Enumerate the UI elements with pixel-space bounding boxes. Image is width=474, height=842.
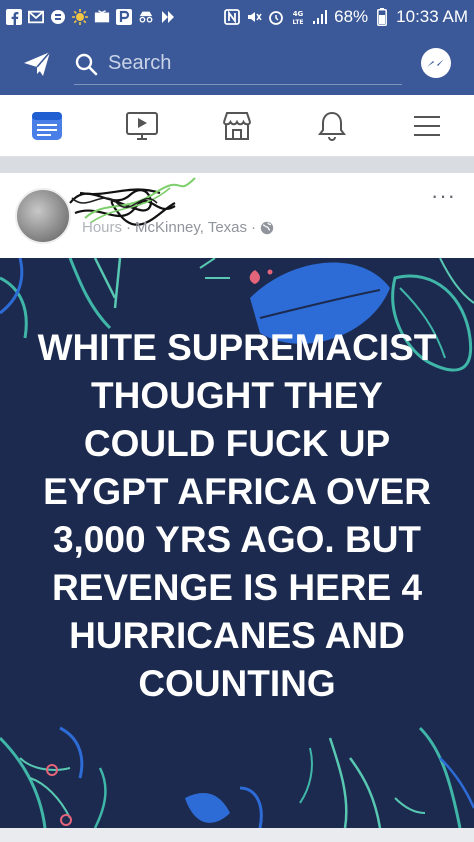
watch-icon (126, 111, 159, 140)
incognito-icon (138, 9, 154, 25)
alarm-icon (268, 9, 284, 25)
post-background: WHITE SUPREMACIST THOUGHT THEY COULD FUC… (0, 258, 474, 828)
nav-marketplace[interactable] (207, 101, 267, 151)
feed-separator (0, 157, 474, 173)
app-header (0, 33, 474, 95)
status-bar: 4G LTE 68% 10:33 AM (0, 0, 474, 33)
meta-separator: · (126, 219, 132, 236)
post-options-button[interactable]: ··· (431, 185, 456, 207)
system-icons: 4G LTE 68% 10:33 AM (224, 7, 468, 27)
nav-news-feed[interactable] (17, 101, 77, 151)
search-input[interactable] (108, 52, 388, 75)
sync-icon (50, 9, 66, 25)
nav-notifications[interactable] (302, 101, 362, 151)
signal-icon (312, 9, 328, 25)
mail-icon (28, 9, 44, 25)
send-icon[interactable] (20, 47, 54, 81)
feed-bottom (0, 828, 474, 842)
mute-icon (246, 9, 262, 25)
post-header: Hours · McKinney, Texas · ··· (0, 173, 474, 258)
battery-percent: 68% (334, 6, 369, 26)
clock: 10:33 AM (396, 6, 468, 26)
nav-menu[interactable] (397, 101, 457, 151)
nav-watch[interactable] (112, 101, 172, 151)
facebook-icon (6, 8, 22, 25)
notification-icons (6, 8, 176, 25)
battery-icon (374, 7, 390, 26)
search-box[interactable] (74, 43, 402, 85)
nfc-icon (224, 8, 241, 25)
search-icon (75, 53, 98, 75)
notifications-icon (317, 111, 346, 141)
marketplace-icon (222, 111, 251, 140)
post-location[interactable]: McKinney, Texas (135, 219, 247, 236)
p-icon (116, 8, 132, 25)
svg-text:LTE: LTE (293, 19, 304, 25)
post-meta: Hours · McKinney, Texas · (82, 219, 274, 236)
flag-icon (160, 9, 176, 25)
svg-text:4G: 4G (293, 10, 304, 18)
globe-icon (260, 221, 274, 234)
sun-icon (72, 8, 88, 25)
tv-icon (94, 9, 110, 25)
news-feed-icon (32, 111, 63, 140)
menu-icon (413, 115, 440, 136)
screen: 4G LTE 68% 10:33 AM Search Hours · McKin… (0, 0, 474, 842)
author-partial: Hours (82, 219, 123, 236)
post-text: WHITE SUPREMACIST THOUGHT THEY COULD FUC… (37, 327, 437, 704)
nav-bar (0, 95, 474, 157)
messenger-icon[interactable] (418, 46, 454, 82)
meta-separator-2: · (251, 219, 257, 236)
lte-icon: 4G LTE (290, 9, 306, 25)
